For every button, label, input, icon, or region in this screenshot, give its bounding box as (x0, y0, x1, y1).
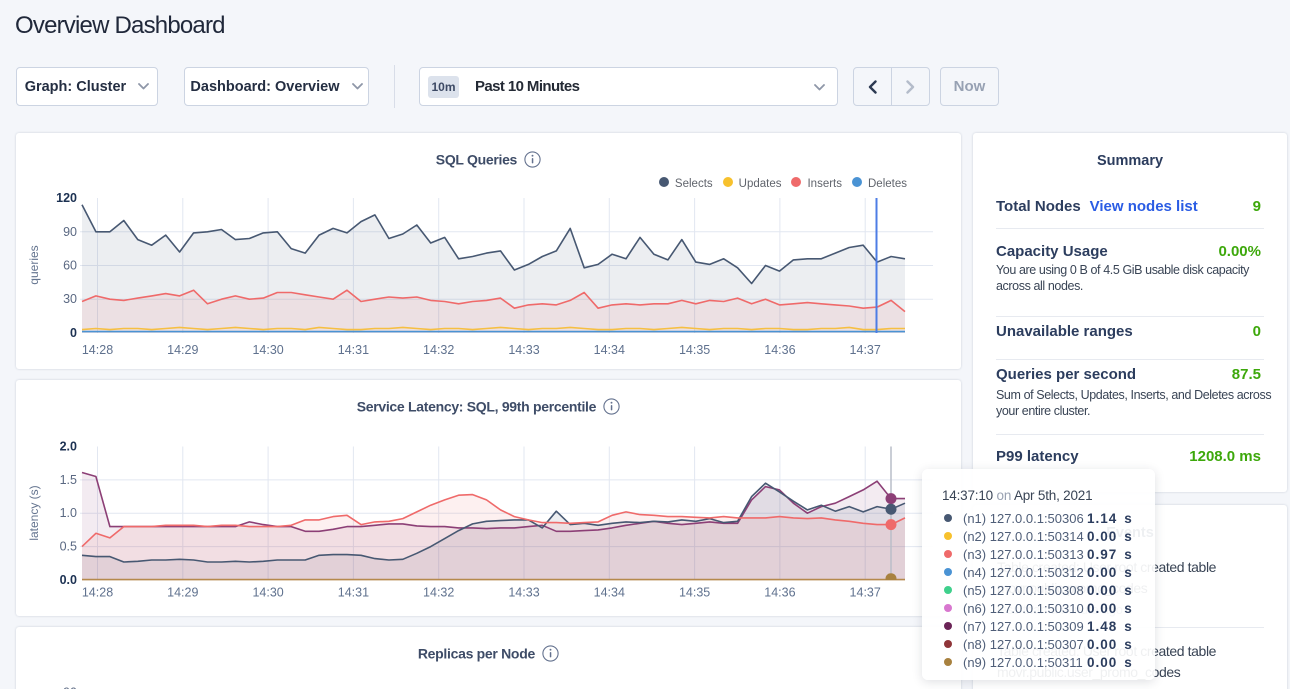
svg-text:queries: queries (27, 245, 41, 284)
svg-text:2.0: 2.0 (60, 440, 77, 454)
svg-text:0.0: 0.0 (60, 573, 77, 587)
svg-text:14:35: 14:35 (679, 586, 710, 600)
svg-text:1.0: 1.0 (60, 506, 77, 520)
svg-text:14:30: 14:30 (252, 343, 283, 357)
svg-text:14:33: 14:33 (508, 343, 539, 357)
svg-text:90: 90 (63, 686, 77, 689)
svg-text:0: 0 (70, 326, 77, 340)
svg-text:14:30: 14:30 (252, 586, 283, 600)
svg-text:latency (s): latency (s) (27, 485, 41, 540)
svg-text:30: 30 (63, 292, 77, 306)
svg-text:14:31: 14:31 (338, 586, 369, 600)
svg-text:14:36: 14:36 (764, 343, 795, 357)
svg-text:14:32: 14:32 (423, 586, 454, 600)
svg-text:14:28: 14:28 (82, 586, 113, 600)
svg-text:14:37: 14:37 (850, 343, 881, 357)
svg-text:1.5: 1.5 (60, 473, 77, 487)
svg-text:120: 120 (56, 191, 77, 205)
svg-text:14:34: 14:34 (594, 586, 625, 600)
svg-text:14:31: 14:31 (338, 343, 369, 357)
svg-text:14:33: 14:33 (508, 586, 539, 600)
svg-text:14:28: 14:28 (82, 343, 113, 357)
svg-text:14:29: 14:29 (167, 586, 198, 600)
svg-text:14:37: 14:37 (850, 586, 881, 600)
svg-text:0.5: 0.5 (60, 540, 77, 554)
svg-text:90: 90 (63, 225, 77, 239)
svg-text:14:35: 14:35 (679, 343, 710, 357)
svg-text:14:32: 14:32 (423, 343, 454, 357)
svg-text:14:29: 14:29 (167, 343, 198, 357)
svg-text:60: 60 (63, 259, 77, 273)
svg-text:14:34: 14:34 (594, 343, 625, 357)
svg-text:14:36: 14:36 (764, 586, 795, 600)
